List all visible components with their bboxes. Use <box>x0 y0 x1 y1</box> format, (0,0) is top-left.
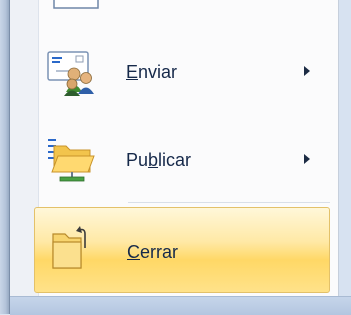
menu-right-gutter <box>339 0 351 296</box>
close-folder-icon <box>52 226 86 269</box>
menu-item-enviar-label: Enviar <box>126 62 178 82</box>
menu-bottom-bar <box>10 296 351 315</box>
submenu-arrow-icon <box>304 66 310 76</box>
send-envelope-people-icon <box>47 51 94 96</box>
menu-item-enviar[interactable]: Enviar <box>34 36 330 108</box>
menu-item-publicar[interactable]: Publicar <box>34 124 330 196</box>
menu-item-cerrar-label: Cerrar <box>127 242 179 262</box>
menu-item-cerrar[interactable]: Cerrar <box>34 207 330 293</box>
previous-item-icon <box>53 0 99 9</box>
menu-separator <box>128 202 330 203</box>
submenu-arrow-icon <box>304 154 310 164</box>
publish-folder-icon <box>48 139 95 182</box>
menu-item-publicar-label: Publicar <box>126 150 192 170</box>
